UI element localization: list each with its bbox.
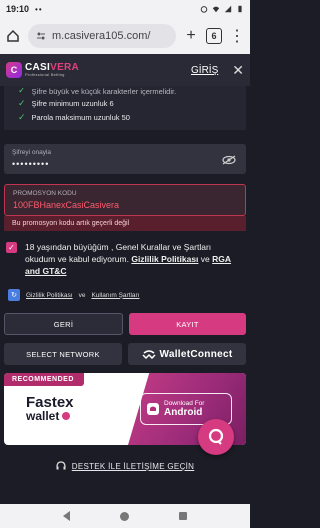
- logo-mark-icon: C: [6, 62, 22, 78]
- close-icon[interactable]: ✕: [232, 62, 244, 79]
- notification-dots: ••: [35, 4, 43, 14]
- check-icon: ✓: [18, 97, 26, 108]
- walletconnect-button[interactable]: WalletConnect: [128, 343, 246, 365]
- recents-nav-icon[interactable]: [179, 512, 187, 520]
- tab-switcher-button[interactable]: 6: [206, 28, 222, 44]
- promo-code-label: PROMOSYON KODU: [13, 190, 77, 197]
- promo-error-message: Bu promosyon kodu artık geçerli değil: [4, 216, 246, 231]
- confirm-password-label: Şifreyi onayla: [12, 149, 52, 156]
- confirm-password-field[interactable]: Şifreyi onayla •••••••••: [4, 144, 246, 174]
- check-icon: ✓: [18, 88, 26, 95]
- wallet-actions: SELECT NETWORK WalletConnect: [4, 343, 246, 365]
- password-rules: ✓ Şifre büyük ve küçük karakterler içerm…: [4, 86, 246, 130]
- contact-support-link[interactable]: DESTEK İLE İLETİŞİME GEÇİN: [0, 461, 250, 471]
- alarm-icon: [200, 6, 208, 13]
- recommended-badge: RECOMMENDED: [4, 373, 84, 386]
- promo-code-value[interactable]: 100FBHanexCasiCasivera: [13, 200, 237, 210]
- terms-text: 18 yaşından büyüğüm , Genel Kurallar ve …: [25, 242, 232, 276]
- check-icon: ✓: [18, 111, 26, 122]
- status-bar: 19:10 ••: [0, 0, 250, 18]
- status-time: 19:10: [6, 4, 30, 14]
- password-rule: ✓ Parola maksimum uzunluk 50: [18, 111, 130, 122]
- privacy-policy-link[interactable]: Gizlilik Politikası: [131, 254, 198, 264]
- form-actions: GERİ KAYIT: [4, 313, 246, 335]
- chat-bubble-icon: [208, 428, 224, 445]
- confirm-password-value[interactable]: •••••••••: [12, 159, 238, 169]
- android-icon: [147, 403, 159, 415]
- url-text[interactable]: m.casivera105.com/: [52, 30, 150, 42]
- headset-icon: [56, 461, 66, 470]
- home-nav-icon[interactable]: [120, 511, 129, 521]
- back-nav-icon[interactable]: [63, 511, 70, 521]
- browser-toolbar: m.casivera105.com/ + 6 ⋮: [0, 18, 250, 54]
- password-rule: ✓ Şifre minimum uzunluk 6: [18, 97, 114, 108]
- register-button[interactable]: KAYIT: [129, 313, 246, 335]
- terms-checkbox[interactable]: ✓: [6, 242, 17, 253]
- wifi-icon: [212, 6, 220, 13]
- more-menu-icon[interactable]: ⋮: [228, 27, 246, 45]
- promo-code-field[interactable]: PROMOSYON KODU 100FBHanexCasiCasivera: [4, 184, 246, 216]
- chat-button[interactable]: [198, 419, 234, 455]
- terms-agreement: ✓ 18 yaşından büyüğüm , Genel Kurallar v…: [0, 231, 250, 277]
- address-bar[interactable]: m.casivera105.com/: [28, 24, 176, 48]
- brand-tagline: Professional Betting: [25, 72, 65, 77]
- walletconnect-icon: [141, 349, 156, 359]
- home-icon[interactable]: [4, 27, 22, 45]
- password-rule: ✓ Şifre büyük ve küçük karakterler içerm…: [18, 88, 232, 96]
- fastex-brand: Fastex wallet: [26, 394, 74, 423]
- login-link[interactable]: GİRİŞ: [191, 65, 218, 76]
- recaptcha-notice: ↻ Gizlilik Politikası ve Kullanım Şartla…: [0, 277, 250, 301]
- site-header: C CASIVERA Professional Betting GİRİŞ ✕: [0, 54, 250, 86]
- recaptcha-icon: ↻: [8, 289, 20, 301]
- select-network-button[interactable]: SELECT NETWORK: [4, 343, 122, 365]
- signal-icon: [224, 5, 232, 13]
- casivera-logo[interactable]: C CASIVERA Professional Betting: [6, 62, 79, 78]
- privacy-link[interactable]: Gizlilik Politikası: [26, 292, 73, 299]
- site-settings-icon[interactable]: [36, 31, 46, 41]
- fastex-dot-icon: [62, 412, 71, 420]
- eye-off-icon[interactable]: [222, 155, 236, 165]
- system-navigation-bar: [0, 504, 250, 528]
- new-tab-icon[interactable]: +: [182, 27, 200, 45]
- back-button[interactable]: GERİ: [4, 313, 123, 335]
- battery-icon: [238, 5, 242, 13]
- terms-of-use-link[interactable]: Kullanım Şartları: [91, 292, 139, 299]
